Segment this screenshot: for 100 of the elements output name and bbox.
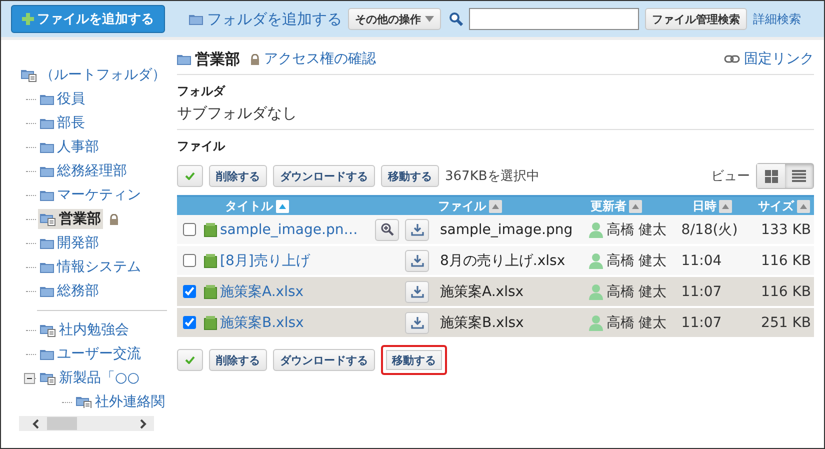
folder-document-icon: [76, 396, 92, 408]
zoom-button[interactable]: [375, 218, 399, 240]
selection-size: 367KBを選択中: [445, 168, 540, 185]
folder-icon: [40, 238, 54, 248]
file-title-link[interactable]: sample_image.pn…: [220, 222, 358, 238]
spreadsheet-file-icon: [204, 316, 217, 330]
user-icon: [589, 222, 604, 238]
download-icon: [410, 223, 424, 236]
file-size: 116 KB: [761, 252, 811, 268]
check-icon: [185, 356, 195, 364]
row-checkbox[interactable]: [183, 223, 196, 236]
sort-icon[interactable]: [797, 200, 810, 212]
folder-document-icon: [40, 372, 56, 384]
folder-icon: [189, 14, 203, 24]
folder-document-icon: [21, 68, 37, 82]
lock-icon: [250, 54, 260, 64]
download-icon: [410, 254, 424, 267]
horizontal-scrollbar[interactable]: [19, 416, 154, 431]
list-icon: [792, 170, 806, 182]
action-button[interactable]: ダウンロードする: [273, 165, 375, 187]
caret-icon: [425, 16, 434, 22]
view-label: ビュー: [711, 168, 750, 185]
folder-icon: [40, 262, 54, 272]
action-button[interactable]: 移動する: [381, 165, 439, 187]
date-text: 8/18(火): [681, 222, 738, 238]
file-search-button[interactable]: ファイル管理検索: [645, 8, 747, 30]
scroll-right-icon[interactable]: [138, 418, 148, 428]
tree-item[interactable]: ユーザー交流: [38, 344, 143, 364]
tree-item[interactable]: 役員: [38, 89, 87, 109]
tree-item[interactable]: 新製品「○○: [38, 368, 142, 388]
row-checkbox[interactable]: [183, 285, 196, 298]
section-label: ファイル: [177, 138, 226, 155]
folder-document-icon: [40, 212, 56, 226]
file-title-link[interactable]: 施策案A.xlsx: [220, 282, 304, 300]
tree-item[interactable]: 部長: [38, 113, 87, 133]
select-all-button[interactable]: [177, 349, 203, 371]
action-button[interactable]: 移動する: [381, 345, 447, 375]
file-name: 施策案A.xlsx: [440, 282, 524, 300]
folder-icon: [40, 286, 54, 296]
sort-icon[interactable]: [629, 200, 642, 212]
tree-item[interactable]: 情報システム: [38, 257, 143, 277]
file-name: 施策案B.xlsx: [440, 314, 524, 332]
advanced-search-link[interactable]: 詳細検索: [753, 10, 801, 28]
grid-view-button[interactable]: [757, 164, 785, 188]
download-icon: [410, 285, 424, 298]
folder-icon: [177, 54, 191, 64]
access-rights-link[interactable]: アクセス権の確認: [264, 50, 376, 68]
add-folder-link[interactable]: フォルダを追加する: [189, 10, 342, 28]
date-text: 11:07: [681, 284, 722, 300]
empty-message: サブフォルダなし: [177, 104, 298, 123]
check-icon: [185, 172, 195, 180]
tree-item[interactable]: 総務経理部: [38, 161, 129, 181]
file-size: 116 KB: [761, 284, 811, 300]
collapse-icon[interactable]: [24, 372, 35, 384]
file-name: 8月の売り上げ.xlsx: [440, 252, 566, 270]
section-label: フォルダ: [177, 83, 226, 100]
download-button[interactable]: [405, 280, 429, 302]
action-button[interactable]: 削除する: [209, 165, 267, 187]
action-button[interactable]: 削除する: [209, 349, 267, 371]
action-button[interactable]: ダウンロードする: [273, 349, 375, 371]
folder-icon: [40, 190, 54, 200]
folder-icon: [40, 166, 54, 176]
folder-icon: [40, 94, 54, 104]
tree-item[interactable]: 社外連絡関: [74, 392, 167, 408]
link-icon: [724, 55, 740, 63]
folder-document-icon: [40, 324, 56, 336]
add-file-button[interactable]: ファイルを追加する: [11, 5, 165, 33]
tree-item[interactable]: 社内勉強会: [38, 320, 131, 340]
sort-icon[interactable]: [719, 200, 732, 212]
download-button[interactable]: [405, 250, 429, 272]
tree-item[interactable]: 開発部: [38, 233, 101, 253]
scroll-left-icon[interactable]: [31, 418, 41, 428]
tree-item[interactable]: マーケティン: [38, 185, 143, 205]
download-button[interactable]: [405, 218, 429, 240]
permalink-link[interactable]: 固定リンク: [744, 50, 814, 68]
spreadsheet-file-icon: [204, 222, 217, 236]
file-title-link[interactable]: [8月]売り上げ: [220, 252, 310, 270]
row-checkbox[interactable]: [183, 254, 196, 268]
list-view-button[interactable]: [785, 164, 813, 188]
download-button[interactable]: [405, 312, 429, 334]
tree-item[interactable]: 営業部: [38, 209, 103, 229]
download-icon: [410, 316, 424, 329]
magnifier-icon: [380, 223, 394, 236]
other-actions-dropdown[interactable]: その他の操作: [348, 8, 441, 30]
sort-icon[interactable]: [276, 200, 289, 212]
select-all-button[interactable]: [177, 165, 203, 187]
tree-item[interactable]: （ルートフォルダ）: [19, 65, 168, 85]
sort-icon[interactable]: [489, 200, 502, 212]
tree-item[interactable]: 総務部: [38, 281, 101, 301]
user-icon: [589, 252, 604, 268]
date-text: 11:07: [681, 314, 722, 330]
file-size: 133 KB: [761, 222, 811, 238]
user-name: 高橋 健太: [606, 314, 667, 332]
row-checkbox[interactable]: [183, 316, 196, 330]
folder-title: 営業部: [195, 50, 240, 68]
file-title-link[interactable]: 施策案B.xlsx: [220, 314, 304, 332]
tree-item[interactable]: 人事部: [38, 137, 101, 157]
search-field[interactable]: [469, 8, 639, 30]
user-name: 高橋 健太: [606, 220, 667, 238]
folder-icon: [40, 118, 54, 128]
